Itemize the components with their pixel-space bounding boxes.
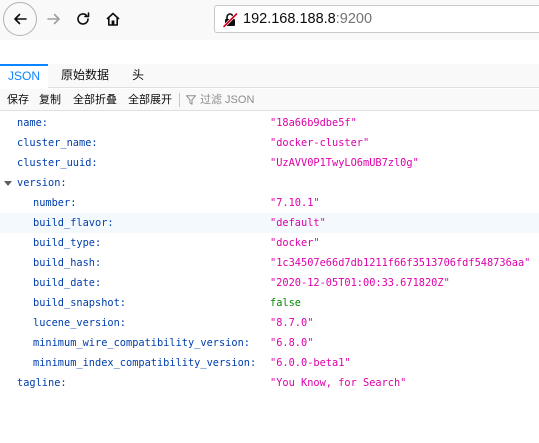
json-key: minimum_index_compatibility_version: bbox=[33, 357, 257, 369]
json-row-minimum-index-compatibility-version[interactable]: minimum_index_compatibility_version: "6.… bbox=[0, 353, 539, 373]
json-key: cluster_uuid: bbox=[17, 157, 98, 169]
json-value: false bbox=[270, 297, 301, 309]
json-value: "default" bbox=[270, 217, 326, 229]
back-arrow-icon bbox=[14, 13, 27, 25]
tab-json[interactable]: JSON bbox=[0, 64, 48, 88]
json-tree: name: "18a66b9dbe5f" cluster_name: "dock… bbox=[0, 113, 539, 393]
json-key: number: bbox=[33, 197, 77, 209]
json-row-number[interactable]: number: "7.10.1" bbox=[0, 193, 539, 213]
expand-all-button[interactable]: 全部展开 bbox=[128, 89, 172, 111]
url-host: 192.168.188.8 bbox=[243, 11, 336, 27]
home-icon bbox=[106, 12, 120, 26]
json-row-minimum-wire-compatibility-version[interactable]: minimum_wire_compatibility_version: "6.8… bbox=[0, 333, 539, 353]
viewer-tabs: JSON 原始数据 头 bbox=[0, 64, 539, 88]
json-row-build-flavor[interactable]: build_flavor: "default" bbox=[0, 213, 539, 233]
json-key: tagline: bbox=[17, 377, 67, 389]
address-bar[interactable]: 192.168.188.8:9200 bbox=[214, 5, 539, 33]
toolbar-divider bbox=[179, 93, 180, 107]
json-row-build-hash[interactable]: build_hash: "1c34507e66d7db1211f66f35137… bbox=[0, 253, 539, 273]
json-value: "1c34507e66d7db1211f66f3513706fdf548736a… bbox=[270, 257, 531, 269]
json-value: "8.7.0" bbox=[270, 317, 314, 329]
json-key: build_snapshot: bbox=[33, 297, 126, 309]
json-row-cluster-uuid[interactable]: cluster_uuid: "UzAVV0P1TwyLO6mUB7zl0g" bbox=[0, 153, 539, 173]
copy-button[interactable]: 复制 bbox=[39, 89, 61, 111]
json-value: "7.10.1" bbox=[270, 197, 320, 209]
json-row-lucene-version[interactable]: lucene_version: "8.7.0" bbox=[0, 313, 539, 333]
json-key: build_date: bbox=[33, 277, 102, 289]
json-value: "UzAVV0P1TwyLO6mUB7zl0g" bbox=[270, 157, 419, 169]
back-button[interactable] bbox=[3, 2, 37, 36]
json-value: "6.8.0" bbox=[270, 337, 314, 349]
json-key: build_flavor: bbox=[33, 217, 114, 229]
json-key: lucene_version: bbox=[33, 317, 126, 329]
json-row-version[interactable]: version: bbox=[0, 173, 539, 193]
json-row-build-type[interactable]: build_type: "docker" bbox=[0, 233, 539, 253]
tab-raw-data[interactable]: 原始数据 bbox=[61, 64, 109, 88]
insecure-lock-icon[interactable] bbox=[222, 12, 238, 28]
json-row-name[interactable]: name: "18a66b9dbe5f" bbox=[0, 113, 539, 133]
json-value: "You Know, for Search" bbox=[270, 377, 407, 389]
json-row-build-snapshot[interactable]: build_snapshot: false bbox=[0, 293, 539, 313]
json-key: minimum_wire_compatibility_version: bbox=[33, 337, 250, 349]
reload-button[interactable] bbox=[66, 2, 100, 36]
json-value: "18a66b9dbe5f" bbox=[270, 117, 357, 129]
collapse-all-button[interactable]: 全部折叠 bbox=[73, 89, 117, 111]
url-port: :9200 bbox=[335, 11, 373, 27]
save-button[interactable]: 保存 bbox=[7, 89, 29, 111]
json-value: "docker" bbox=[270, 237, 320, 249]
url-text[interactable]: 192.168.188.8:9200 bbox=[243, 11, 372, 28]
json-key: cluster_name: bbox=[17, 137, 98, 149]
json-row-tagline[interactable]: tagline: "You Know, for Search" bbox=[0, 373, 539, 393]
tab-headers[interactable]: 头 bbox=[132, 64, 144, 88]
home-button[interactable] bbox=[96, 2, 130, 36]
json-value: "2020-12-05T01:00:33.671820Z" bbox=[270, 277, 450, 289]
json-key: name: bbox=[17, 117, 48, 129]
expand-toggle-icon[interactable] bbox=[4, 181, 12, 186]
json-key: build_hash: bbox=[33, 257, 102, 269]
json-key: version: bbox=[17, 177, 67, 189]
json-row-build-date[interactable]: build_date: "2020-12-05T01:00:33.671820Z… bbox=[0, 273, 539, 293]
filter-placeholder: 过滤 JSON bbox=[200, 94, 255, 106]
filter-icon bbox=[186, 95, 196, 105]
browser-toolbar: 192.168.188.8:9200 bbox=[0, 0, 539, 40]
reload-icon bbox=[77, 12, 90, 25]
forward-arrow-icon bbox=[47, 13, 60, 25]
json-value: "6.0.0-beta1" bbox=[270, 357, 351, 369]
viewer-action-bar: 保存 复制 全部折叠 全部展开 过滤 JSON bbox=[0, 89, 539, 111]
json-key: build_type: bbox=[33, 237, 102, 249]
json-row-cluster-name[interactable]: cluster_name: "docker-cluster" bbox=[0, 133, 539, 153]
json-value: "docker-cluster" bbox=[270, 137, 370, 149]
